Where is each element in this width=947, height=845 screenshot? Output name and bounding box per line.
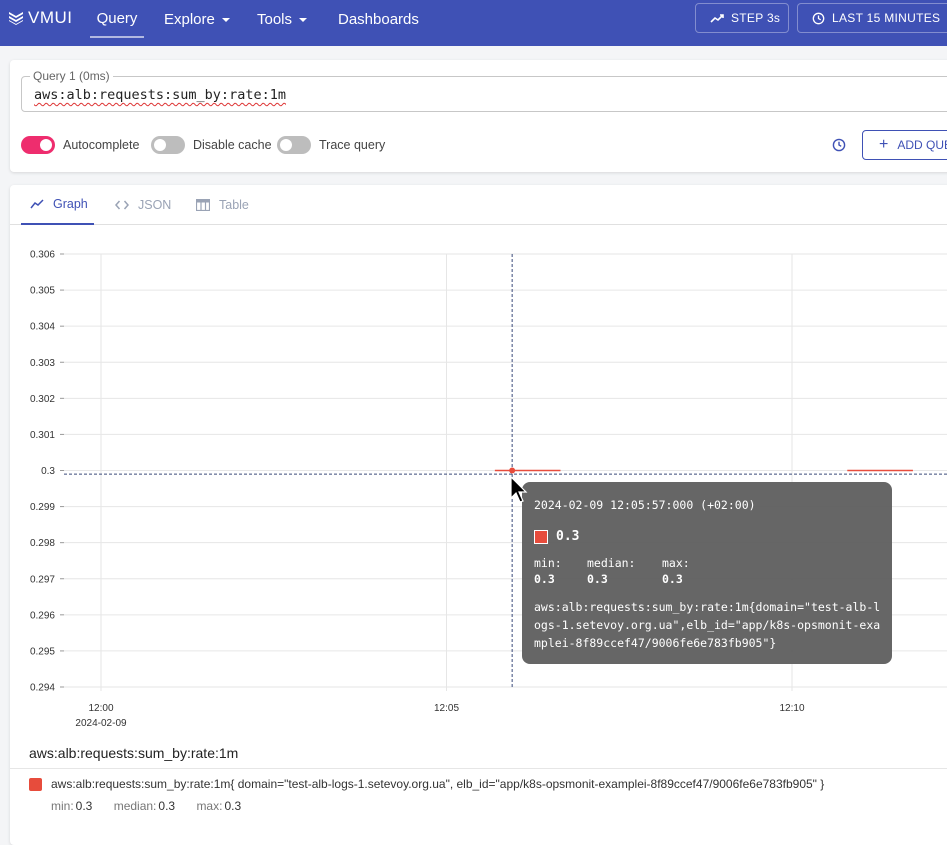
legend-item[interactable]: aws:alb:requests:sum_by:rate:1m{ domain=…	[29, 777, 824, 791]
tooltip-median-value: 0.3	[587, 572, 608, 586]
autocomplete-switch[interactable]	[21, 136, 55, 154]
y-tick-label: 0.297	[30, 574, 55, 585]
add-query-label: ADD QUERY	[897, 138, 947, 152]
legend-divider	[10, 768, 947, 769]
caret-down-icon	[299, 18, 308, 22]
nav-query-label: Query	[96, 9, 138, 27]
autocomplete-label: Autocomplete	[63, 138, 140, 152]
x-tick-label: 12:10	[779, 703, 804, 714]
tooltip-series-label: aws:alb:requests:sum_by:rate:1m{domain="…	[534, 600, 881, 650]
query-panel: Query 1 (0ms) aws:alb:requests:sum_by:ra…	[10, 60, 947, 172]
time-range-button[interactable]: LAST 15 MINUTES	[797, 3, 947, 33]
legend-item-label: aws:alb:requests:sum_by:rate:1m{ domain=…	[51, 777, 825, 791]
step-label: STEP 3s	[731, 11, 781, 25]
trace-query-switch[interactable]	[277, 136, 311, 154]
caret-down-icon	[221, 18, 230, 22]
legend-group-title: aws:alb:requests:sum_by:rate:1m	[29, 745, 239, 761]
query-input[interactable]: Query 1 (0ms) aws:alb:requests:sum_by:ra…	[21, 69, 947, 112]
tooltip-median-label: median:	[587, 556, 636, 570]
nav-tools-label: Tools	[257, 10, 293, 28]
step-button[interactable]: STEP 3s	[695, 3, 789, 33]
legend-color-swatch	[29, 778, 42, 791]
tooltip-color-swatch	[534, 530, 548, 544]
chart-tooltip: 2024-02-09 12:05:57:000 (+02:00) 0.3 min…	[522, 482, 892, 664]
legend-stats: min: 0.3 median: 0.3 max: 0.3	[51, 799, 259, 813]
results-panel: Graph JSON Table 0.306 0.305 0.304 0.303 0.3…	[10, 185, 947, 845]
y-tick-label: 0.303	[30, 358, 55, 369]
tooltip-value: 0.3	[556, 529, 580, 544]
x-tick-sublabel: 2024-02-09	[75, 718, 127, 729]
mouse-cursor-icon	[510, 476, 528, 503]
x-tick-label: 12:00	[88, 703, 113, 714]
x-tick-label: 12:05	[434, 703, 459, 714]
history-clock-icon[interactable]	[830, 136, 848, 154]
tooltip-min-value: 0.3	[534, 572, 555, 586]
add-query-button[interactable]: + ADD QUERY	[862, 130, 947, 160]
hover-point	[509, 467, 516, 474]
trace-query-toggle[interactable]: Trace query	[277, 136, 385, 154]
query-label: Query 1 (0ms)	[30, 69, 113, 83]
plus-icon: +	[879, 136, 889, 153]
nav-explore[interactable]: Explore	[164, 0, 230, 38]
nav-dashboards[interactable]: Dashboards	[338, 0, 419, 38]
disable-cache-label: Disable cache	[193, 138, 272, 152]
logo-text: VMUI	[28, 8, 73, 27]
tooltip-max-label: max:	[662, 556, 690, 570]
legend-max-label: max:	[196, 799, 223, 813]
nav-explore-label: Explore	[164, 10, 215, 28]
y-tick-label: 0.296	[30, 610, 55, 621]
victoria-metrics-logo-icon	[9, 12, 23, 25]
time-range-label: LAST 15 MINUTES	[832, 11, 941, 25]
y-tick-label: 0.302	[30, 394, 55, 405]
legend-median-label: median:	[113, 799, 157, 813]
disable-cache-switch[interactable]	[151, 136, 185, 154]
y-tick-label: 0.3	[41, 466, 55, 477]
trending-up-icon	[710, 14, 724, 23]
y-tick-label: 0.301	[30, 430, 55, 441]
tooltip-max: max: 0.3	[662, 556, 690, 586]
tooltip-min: min: 0.3	[534, 556, 562, 586]
y-tick-label: 0.294	[30, 683, 55, 694]
vmui-logo[interactable]: VMUI	[8, 8, 73, 28]
y-tick-label: 0.306	[30, 250, 55, 261]
clock-icon	[812, 12, 825, 24]
nav-query[interactable]: Query	[90, 0, 144, 38]
query-text[interactable]: aws:alb:requests:sum_by:rate:1m	[34, 87, 286, 103]
nav-dashboards-label: Dashboards	[338, 10, 419, 28]
tooltip-max-value: 0.3	[662, 572, 683, 586]
disable-cache-toggle[interactable]: Disable cache	[151, 136, 272, 154]
y-tick-label: 0.305	[30, 286, 55, 297]
autocomplete-toggle[interactable]: Autocomplete	[21, 136, 139, 154]
legend-min-value: 0.3	[75, 799, 93, 813]
tooltip-min-label: min:	[534, 556, 562, 570]
legend-max-value: 0.3	[224, 799, 242, 813]
legend-median-value: 0.3	[158, 799, 176, 813]
nav-tools[interactable]: Tools	[257, 0, 308, 38]
tooltip-median: median: 0.3	[587, 556, 635, 586]
top-header: VMUI Query Explore Tools Dashboards STEP…	[0, 0, 947, 46]
legend-min-label: min:	[51, 799, 74, 813]
tooltip-date: 2024-02-09 12:05:57:000 (+02:00)	[534, 498, 756, 512]
y-tick-label: 0.304	[30, 322, 55, 333]
y-tick-label: 0.299	[30, 502, 55, 513]
y-tick-label: 0.298	[30, 538, 55, 549]
trace-query-label: Trace query	[319, 138, 386, 152]
y-tick-label: 0.295	[30, 646, 55, 657]
